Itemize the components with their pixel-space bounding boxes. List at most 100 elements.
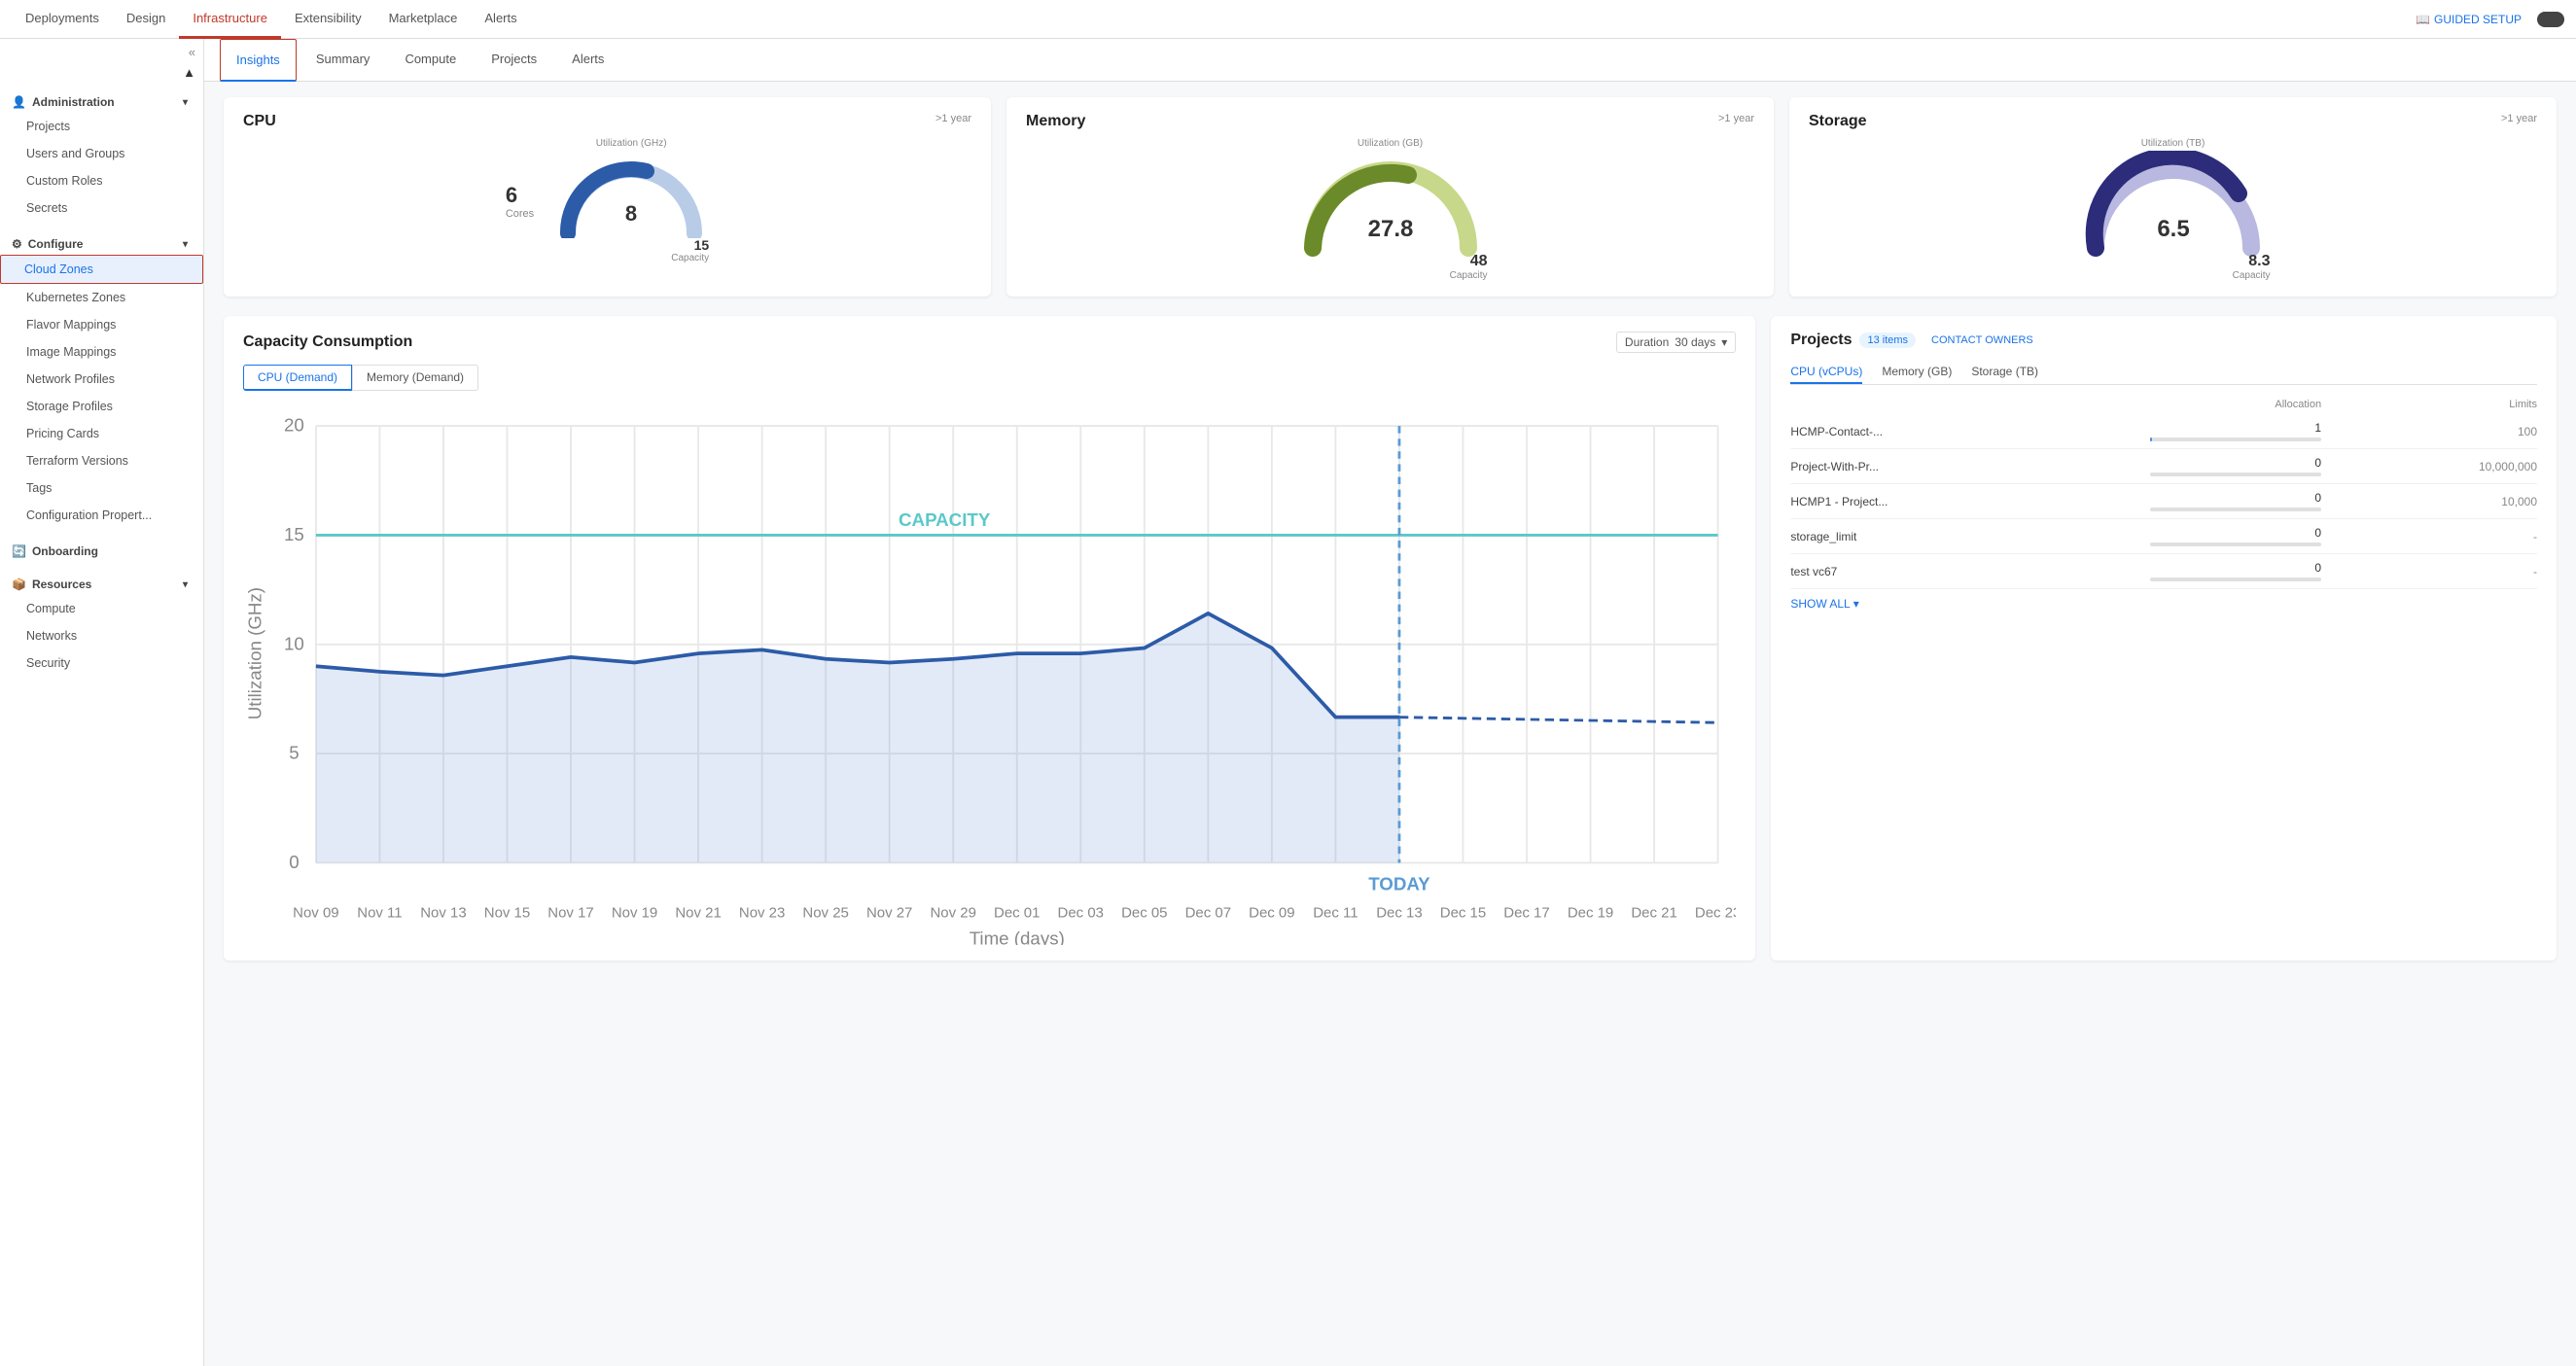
memory-gauge-card: Memory >1 year Utilization (GB) 27.8 [1006, 97, 1774, 297]
sub-nav-alerts[interactable]: Alerts [556, 39, 619, 82]
sidebar-item-cloud-zones[interactable]: Cloud Zones [0, 255, 203, 284]
guided-setup-button[interactable]: 📖 GUIDED SETUP [2416, 13, 2522, 26]
storage-utilization-label: Utilization (TB) [2076, 138, 2271, 149]
sub-nav-compute-label: Compute [405, 52, 456, 66]
chart-tabs: CPU (Demand) Memory (Demand) [243, 365, 1736, 391]
sidebar-group-administration-label: Administration [32, 95, 115, 109]
contact-owners-button[interactable]: CONTACT OWNERS [1931, 334, 2033, 346]
sidebar-group-configure-label: Configure [28, 237, 84, 251]
sub-nav-alerts-label: Alerts [572, 52, 604, 66]
chart-tab-memory-demand[interactable]: Memory (Demand) [352, 365, 478, 391]
projects-tab-cpu[interactable]: CPU (vCPUs) [1790, 361, 1862, 384]
sidebar-up-button[interactable]: ▲ [0, 65, 203, 84]
sidebar-group-resources[interactable]: 📦 Resources ▾ [0, 570, 203, 595]
sidebar-group-onboarding[interactable]: 🔄 Onboarding [0, 537, 203, 562]
memory-gauge-period: >1 year [1718, 113, 1754, 124]
project-name-2: HCMP1 - Project... [1790, 484, 2150, 519]
sidebar-group-administration[interactable]: 👤 Administration ▾ [0, 88, 203, 113]
sub-nav-summary[interactable]: Summary [300, 39, 386, 82]
nav-item-design[interactable]: Design [113, 0, 179, 39]
svg-text:Nov 13: Nov 13 [420, 905, 466, 922]
book-icon: 📖 [2416, 13, 2430, 26]
svg-text:0: 0 [289, 852, 299, 872]
col-header-name [1790, 395, 2150, 414]
projects-tabs: CPU (vCPUs) Memory (GB) Storage (TB) [1790, 361, 2537, 385]
sidebar-item-custom-roles[interactable]: Custom Roles [0, 167, 203, 194]
project-alloc-4: 0 [2150, 554, 2321, 589]
nav-item-infrastructure[interactable]: Infrastructure [179, 0, 281, 39]
svg-text:Dec 21: Dec 21 [1631, 905, 1676, 922]
chevron-down-icon-resources: ▾ [183, 579, 188, 590]
cpu-gauge-left: 6 Cores [506, 183, 534, 220]
sidebar-item-storage-profiles[interactable]: Storage Profiles [0, 393, 203, 420]
chart-tab-cpu-demand[interactable]: CPU (Demand) [243, 365, 352, 391]
sidebar-item-networks[interactable]: Networks [0, 622, 203, 649]
sidebar-section-administration: 👤 Administration ▾ Projects Users and Gr… [0, 84, 203, 226]
sidebar-item-flavor-mappings[interactable]: Flavor Mappings [0, 311, 203, 338]
projects-tab-storage[interactable]: Storage (TB) [1971, 361, 2038, 384]
capacity-chart-svg: 20 15 10 5 0 Utilization (GHz) [243, 399, 1736, 945]
nav-item-extensibility[interactable]: Extensibility [281, 0, 375, 39]
sidebar-item-users-groups[interactable]: Users and Groups [0, 140, 203, 167]
project-limit-3: - [2321, 519, 2537, 554]
memory-capacity-value: 48 [1450, 253, 1488, 270]
projects-title: Projects [1790, 332, 1852, 349]
sidebar-item-network-profiles[interactable]: Network Profiles [0, 366, 203, 393]
memory-capacity-text: Capacity [1450, 270, 1488, 281]
sub-nav-summary-label: Summary [316, 52, 371, 66]
duration-selector[interactable]: Duration 30 days ▾ [1616, 332, 1736, 353]
memory-gauge-svg-wrap: Utilization (GB) 27.8 48 Capacity [1293, 138, 1488, 281]
storage-capacity-value: 8.3 [2233, 253, 2271, 270]
table-row: HCMP1 - Project... 0 10,000 [1790, 484, 2537, 519]
cpu-gauge-card: CPU >1 year 6 Cores Utilization (GHz) [224, 97, 991, 297]
svg-text:Nov 09: Nov 09 [293, 905, 338, 922]
capacity-header: Capacity Consumption Duration 30 days ▾ [243, 332, 1736, 353]
svg-text:Nov 27: Nov 27 [866, 905, 912, 922]
sidebar-item-image-mappings[interactable]: Image Mappings [0, 338, 203, 366]
dark-mode-toggle[interactable] [2537, 12, 2564, 27]
sidebar-item-secrets[interactable]: Secrets [0, 194, 203, 222]
cpu-gauge-svg: 8 [553, 151, 709, 238]
show-all-button[interactable]: SHOW ALL ▾ [1790, 597, 2537, 611]
svg-text:Dec 23: Dec 23 [1695, 905, 1736, 922]
sidebar-item-security[interactable]: Security [0, 649, 203, 677]
nav-item-marketplace[interactable]: Marketplace [375, 0, 472, 39]
gauge-row: CPU >1 year 6 Cores Utilization (GHz) [224, 97, 2557, 297]
sidebar-item-projects[interactable]: Projects [0, 113, 203, 140]
project-name-1: Project-With-Pr... [1790, 449, 2150, 484]
sub-nav-compute[interactable]: Compute [389, 39, 472, 82]
svg-text:CAPACITY: CAPACITY [899, 509, 991, 530]
sidebar-group-configure[interactable]: ⚙ Configure ▾ [0, 229, 203, 255]
sidebar-section-onboarding: 🔄 Onboarding [0, 533, 203, 566]
sidebar-item-config-properties[interactable]: Configuration Propert... [0, 502, 203, 529]
sidebar-section-configure: ⚙ Configure ▾ Cloud Zones Kubernetes Zon… [0, 226, 203, 533]
project-limit-2: 10,000 [2321, 484, 2537, 519]
sidebar-item-compute[interactable]: Compute [0, 595, 203, 622]
svg-text:Nov 21: Nov 21 [675, 905, 721, 922]
storage-capacity-text: Capacity [2233, 270, 2271, 281]
sidebar-collapse-button[interactable]: « [0, 39, 203, 65]
chart-wrap: 20 15 10 5 0 Utilization (GHz) [243, 399, 1736, 945]
svg-text:Time (days): Time (days) [970, 928, 1065, 945]
nav-item-deployments[interactable]: Deployments [12, 0, 113, 39]
nav-item-alerts[interactable]: Alerts [471, 0, 530, 39]
top-nav: Deployments Design Infrastructure Extens… [0, 0, 2576, 39]
svg-text:27.8: 27.8 [1367, 216, 1413, 242]
memory-gauge-header: Memory >1 year [1026, 113, 1754, 130]
show-all-label: SHOW ALL [1790, 597, 1850, 611]
sub-nav-insights[interactable]: Insights [220, 39, 297, 82]
svg-text:Utilization (GHz): Utilization (GHz) [245, 587, 265, 719]
sidebar-item-terraform-versions[interactable]: Terraform Versions [0, 447, 203, 474]
capacity-consumption-card: Capacity Consumption Duration 30 days ▾ … [224, 316, 1755, 961]
sidebar-item-pricing-cards[interactable]: Pricing Cards [0, 420, 203, 447]
cpu-utilization-label: Utilization (GHz) [553, 138, 709, 149]
projects-tab-memory[interactable]: Memory (GB) [1882, 361, 1952, 384]
sidebar-item-kubernetes-zones[interactable]: Kubernetes Zones [0, 284, 203, 311]
bottom-row: Capacity Consumption Duration 30 days ▾ … [224, 316, 2557, 961]
sub-nav-projects[interactable]: Projects [476, 39, 552, 82]
svg-text:Nov 17: Nov 17 [547, 905, 593, 922]
project-name-0: HCMP-Contact-... [1790, 414, 2150, 449]
sidebar-item-tags[interactable]: Tags [0, 474, 203, 502]
svg-text:Dec 19: Dec 19 [1568, 905, 1613, 922]
cpu-gauge-header: CPU >1 year [243, 113, 971, 130]
